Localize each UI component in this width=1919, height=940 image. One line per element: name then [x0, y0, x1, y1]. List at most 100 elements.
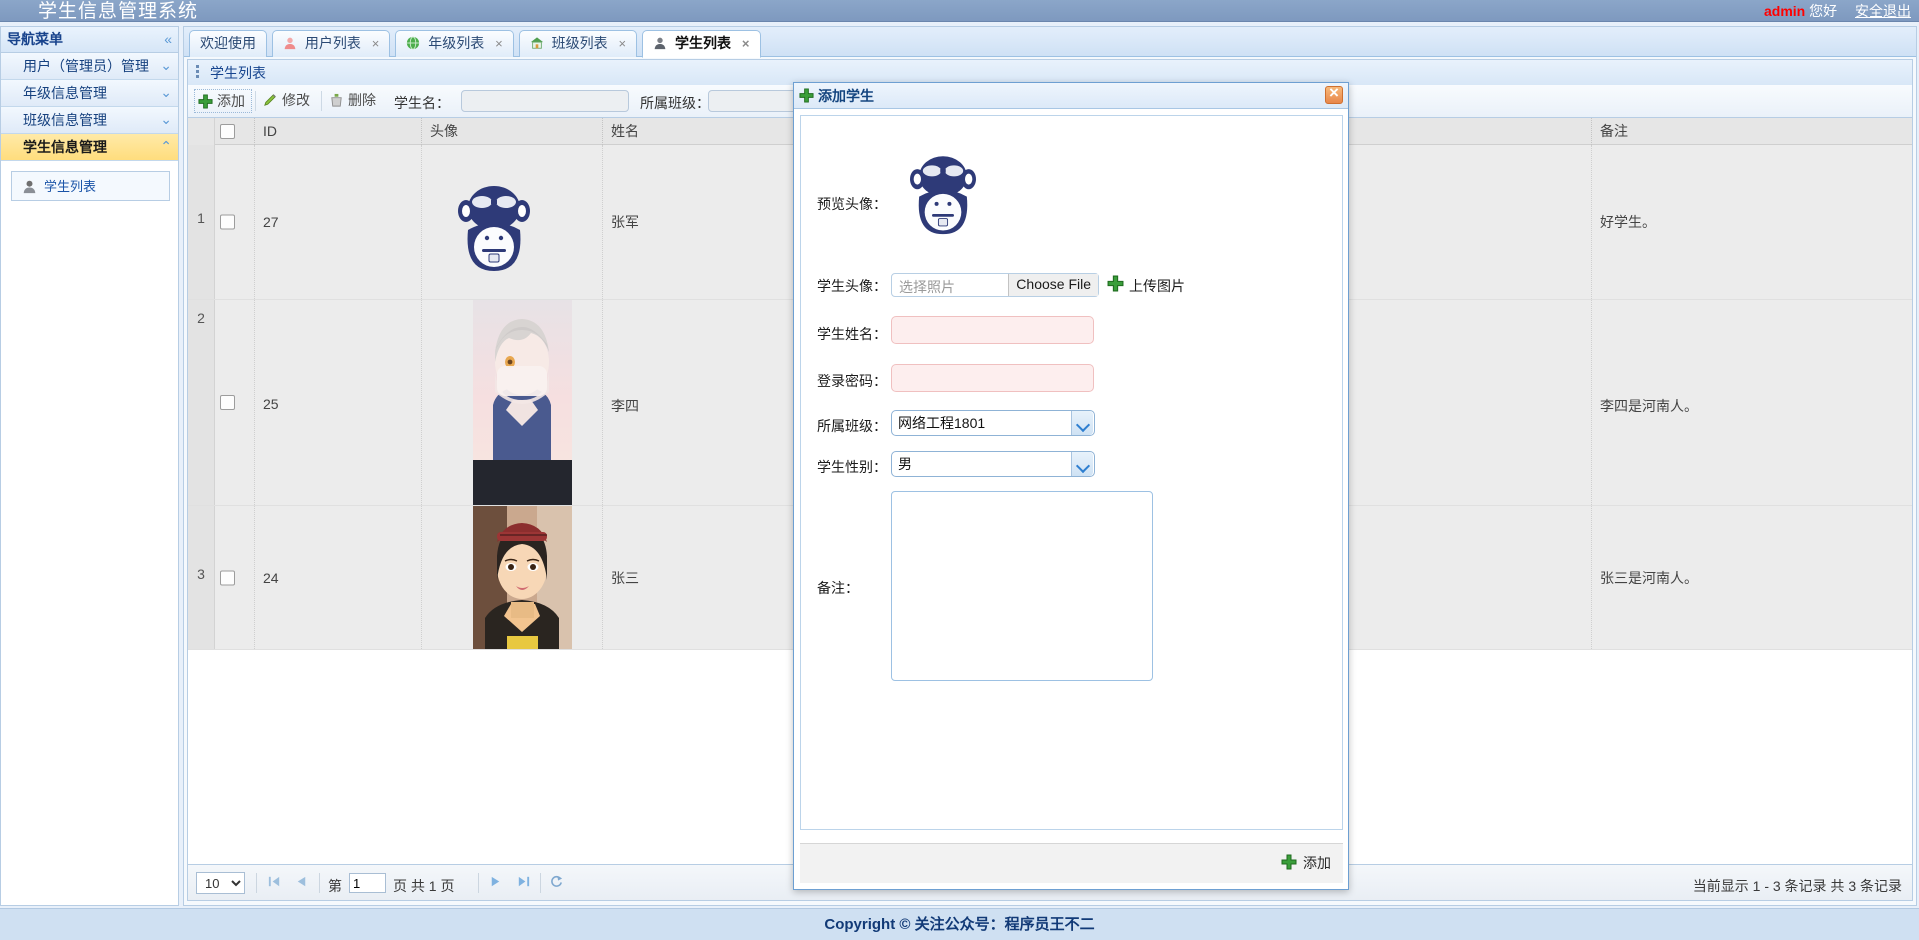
add-student-dialog: 添加学生 预览头像： 学生头像	[793, 82, 1349, 890]
gender-label: 学生性别：	[817, 457, 887, 477]
top-header-bar: 学生信息管理系统 admin 您好 安全退出	[0, 0, 1919, 22]
user-pink-icon	[283, 36, 297, 50]
class-filter-label: 所属班级：	[640, 93, 710, 113]
drag-handle-icon[interactable]	[196, 65, 199, 80]
tab-student-list[interactable]: 学生列表 ×	[642, 30, 760, 58]
sidebar-item-class-management[interactable]: 班级信息管理 ⌄	[1, 107, 178, 134]
delete-button-label: 删除	[348, 92, 376, 108]
close-icon[interactable]	[1325, 86, 1343, 104]
green-plus-icon	[799, 88, 814, 103]
next-page-icon[interactable]	[488, 874, 503, 889]
monkey-cartoon-avatar	[899, 146, 987, 238]
refresh-icon[interactable]	[549, 874, 564, 889]
sidebar-item-label: 年级信息管理	[23, 80, 107, 106]
upload-image-button[interactable]: 上传图片	[1129, 276, 1185, 296]
sidebar-item-grade-management[interactable]: 年级信息管理 ⌄	[1, 80, 178, 107]
sidebar-item-label: 学生信息管理	[23, 134, 107, 160]
app-title: 学生信息管理系统	[38, 0, 198, 23]
logout-link[interactable]: 安全退出	[1855, 3, 1911, 19]
row-number: 1	[188, 145, 215, 299]
page-suffix-label: 页 共 1 页	[393, 876, 454, 896]
cell-remark: 好学生。	[1600, 212, 1656, 232]
chevron-double-up-icon: ⌃	[160, 133, 172, 159]
sidebar-title: 导航菜单	[7, 27, 63, 52]
sidebar-header: 导航菜单 «	[1, 27, 178, 53]
tab-label: 学生列表	[675, 35, 731, 51]
select-all-header	[215, 118, 255, 145]
green-plus-icon	[198, 94, 213, 109]
column-header-avatar[interactable]: 头像	[422, 118, 603, 145]
tab-user-list[interactable]: 用户列表 ×	[272, 30, 390, 57]
house-icon	[530, 36, 544, 50]
select-all-checkbox[interactable]	[220, 124, 235, 139]
globe-green-icon	[406, 36, 420, 50]
first-page-icon[interactable]	[267, 874, 282, 889]
row-number: 3	[188, 506, 215, 649]
greeting-text: 您好	[1809, 3, 1837, 19]
tab-close-icon[interactable]: ×	[619, 36, 627, 51]
chevron-double-down-icon: ⌄	[160, 106, 172, 132]
cell-id: 24	[263, 570, 279, 586]
cell-name: 张三	[611, 568, 639, 588]
submit-add-button[interactable]: 添加	[1281, 853, 1331, 873]
row-checkbox[interactable]	[220, 395, 235, 410]
chevron-double-left-icon[interactable]: «	[164, 27, 172, 52]
prev-page-icon[interactable]	[294, 874, 309, 889]
gender-select[interactable]: 男女	[891, 451, 1095, 477]
tab-welcome[interactable]: 欢迎使用	[189, 30, 267, 57]
remark-label: 备注：	[817, 578, 859, 598]
delete-button[interactable]: 删除	[326, 89, 382, 113]
sidebar-item-user-management[interactable]: 用户（管理员）管理 ⌄	[1, 53, 178, 80]
last-page-icon[interactable]	[516, 874, 531, 889]
sidebar-item-student-list[interactable]: 学生列表	[11, 171, 170, 201]
file-placeholder-text: 选择照片	[899, 277, 955, 297]
application-root: 学生信息管理系统 admin 您好 安全退出 导航菜单 « 用户（管理员）管理 …	[0, 0, 1919, 940]
anime-boy-photo	[473, 300, 572, 505]
class-label: 所属班级：	[817, 416, 887, 436]
row-checkbox[interactable]	[220, 570, 235, 585]
password-label: 登录密码：	[817, 371, 887, 391]
chevron-double-down-icon: ⌄	[160, 79, 172, 105]
password-input[interactable]	[891, 364, 1094, 392]
header-user-area: admin 您好 安全退出	[1764, 1, 1911, 21]
page-number-input[interactable]	[349, 873, 386, 893]
tab-grade-list[interactable]: 年级列表 ×	[395, 30, 513, 57]
tab-close-icon[interactable]: ×	[742, 36, 750, 51]
choose-file-button[interactable]: Choose File	[1008, 274, 1098, 296]
tab-close-icon[interactable]: ×	[372, 36, 380, 51]
dialog-header: 添加学生	[794, 83, 1348, 109]
add-button[interactable]: 添加	[194, 89, 252, 113]
cell-id: 25	[263, 396, 279, 412]
sidebar: 导航菜单 « 用户（管理员）管理 ⌄ 年级信息管理 ⌄ 班级信息管理 ⌄ 学生信…	[0, 26, 179, 906]
user-gray-icon	[653, 36, 667, 50]
student-name-input[interactable]	[891, 316, 1094, 344]
column-header-remark[interactable]: 备注	[1592, 118, 1912, 145]
add-button-label: 添加	[217, 93, 245, 109]
tab-close-icon[interactable]: ×	[495, 36, 503, 51]
dialog-footer: 添加	[800, 843, 1343, 883]
page-footer: Copyright © 关注公众号：程序员王不二	[0, 908, 1919, 940]
chevron-double-down-icon: ⌄	[160, 52, 172, 78]
student-name-label: 学生姓名：	[817, 324, 887, 344]
remark-textarea[interactable]	[891, 491, 1153, 681]
student-name-filter-input[interactable]	[461, 90, 629, 112]
tab-class-list[interactable]: 班级列表 ×	[519, 30, 637, 57]
dialog-title: 添加学生	[818, 86, 874, 106]
class-select[interactable]: 网络工程1801网络工程1802软件工程1801	[891, 410, 1095, 436]
user-avatar-icon	[22, 179, 37, 194]
girl-selfie-photo	[473, 506, 572, 649]
cell-name: 李四	[611, 396, 639, 416]
sidebar-item-student-management[interactable]: 学生信息管理 ⌃	[1, 134, 178, 161]
column-header-id[interactable]: ID	[255, 118, 422, 145]
edit-button-label: 修改	[282, 92, 310, 108]
tab-bar: 欢迎使用 用户列表 × 年级列表 ×	[184, 27, 1916, 57]
row-number-header	[188, 118, 215, 145]
tab-label: 班级列表	[552, 35, 608, 51]
row-checkbox[interactable]	[220, 215, 235, 230]
edit-button[interactable]: 修改	[260, 89, 316, 113]
page-size-select[interactable]: 10203050	[196, 872, 245, 894]
page-prefix-label: 第	[328, 876, 342, 896]
sidebar-item-label: 用户（管理员）管理	[23, 53, 149, 79]
avatar-file-input[interactable]: 选择照片 Choose File	[891, 273, 1099, 297]
tab-label: 欢迎使用	[200, 35, 256, 51]
